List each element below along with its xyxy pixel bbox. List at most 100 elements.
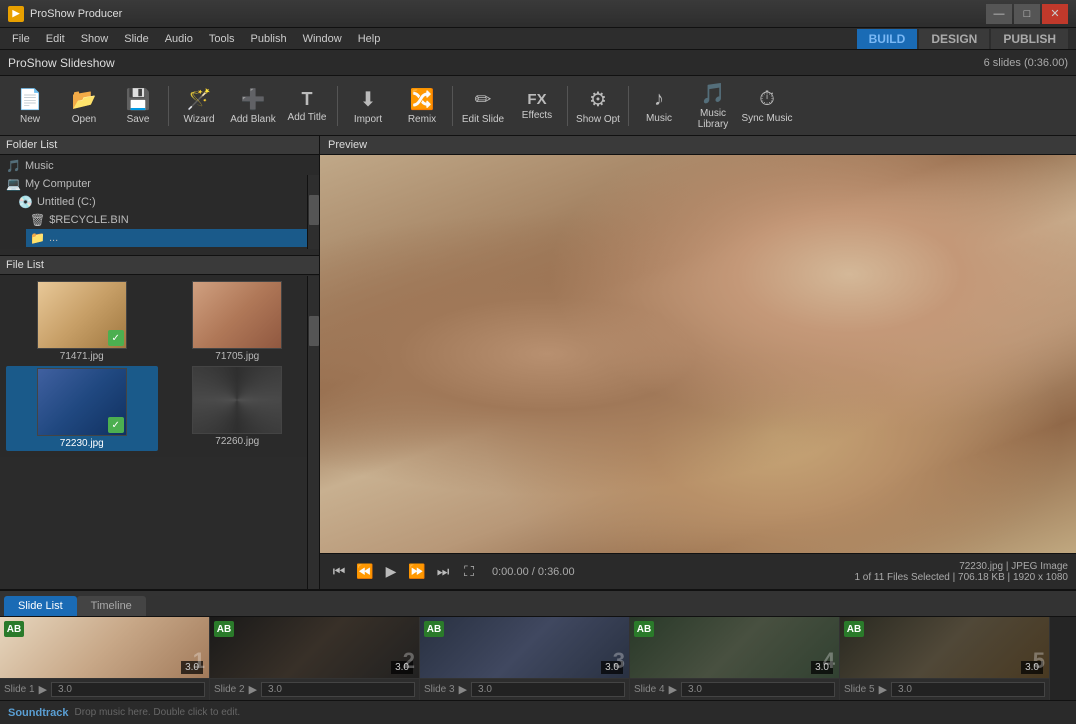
toolbar-addblank-label: Add Blank (230, 114, 276, 125)
soundtrack-hint: Drop music here. Double click to edit. (75, 707, 241, 718)
menu-show[interactable]: Show (73, 31, 117, 47)
toolbar-showopt-button[interactable]: ⚙ Show Opt (572, 79, 624, 133)
menu-edit[interactable]: Edit (38, 31, 73, 47)
menu-help[interactable]: Help (350, 31, 389, 47)
slide-item-4[interactable]: AB 3.0 4 Slide 4 ▶ 3.0 (630, 617, 840, 700)
toolbar-music-button[interactable]: ♪ Music (633, 79, 685, 133)
toolbar-import-button[interactable]: ⬇ Import (342, 79, 394, 133)
folder-item-misc[interactable]: 📁 ... (26, 229, 317, 247)
preview-header: Preview (320, 136, 1076, 155)
menu-file[interactable]: File (4, 31, 38, 47)
slide-item-2[interactable]: AB 3.0 2 Slide 2 ▶ 3.0 (210, 617, 420, 700)
toolbar-addtitle-button[interactable]: T Add Title (281, 79, 333, 133)
slide-item-3[interactable]: AB 3.0 3 Slide 3 ▶ 3.0 (420, 617, 630, 700)
slide-2-play-icon[interactable]: ▶ (249, 683, 257, 696)
slide-2-thumb: AB 3.0 2 (210, 617, 419, 678)
toolbar-effects-label: Effects (522, 110, 552, 121)
addtitle-icon: T (302, 89, 313, 110)
folder-item-c[interactable]: 💿 Untitled (C:) (14, 193, 317, 211)
slide-3-number: 3 (613, 648, 625, 674)
menu-audio[interactable]: Audio (157, 31, 201, 47)
file-scrollbar-thumb (309, 316, 319, 346)
time-display: 0:00.00 / 0:36.00 (492, 566, 575, 578)
file-thumb-72230[interactable]: ✓ 72230.jpg (6, 366, 158, 451)
file-thumb-72230-name: 72230.jpg (60, 438, 104, 449)
toolbar-syncmusic-button[interactable]: ⏱ Sync Music (741, 79, 793, 133)
folder-item-music[interactable]: 🎵 Music (2, 157, 317, 175)
mode-publish-button[interactable]: PUBLISH (991, 29, 1068, 49)
toolbar-wizard-button[interactable]: 🪄 Wizard (173, 79, 225, 133)
close-button[interactable]: ✕ (1042, 4, 1068, 24)
skip-to-end-button[interactable]: ⏭ (432, 561, 454, 583)
showopt-icon: ⚙ (589, 87, 607, 112)
toolbar-syncmusic-label: Sync Music (741, 113, 792, 124)
slide-2-dur-input[interactable]: 3.0 (261, 682, 415, 697)
file-thumb-72260[interactable]: 72260.jpg (162, 366, 314, 451)
slide-1-number: 1 (193, 648, 205, 674)
folder-item-misc-label: ... (49, 232, 58, 244)
bottom-panel: Slide List Timeline AB 3.0 1 Slide 1 ▶ 3… (0, 589, 1076, 724)
time-total: 0:36.00 (538, 566, 575, 578)
slide-4-label: Slide 4 (634, 684, 665, 695)
tab-slide-list[interactable]: Slide List (4, 596, 77, 616)
folder-tree[interactable]: 🎵 Music 💻 My Computer 💿 Untitled (C:) 🗑 … (0, 155, 319, 249)
slide-1-label: Slide 1 (4, 684, 35, 695)
toolbar-effects-button[interactable]: FX Effects (511, 79, 563, 133)
slide-4-bg (630, 617, 839, 678)
file-grid: ✓ 71471.jpg 71705.jpg ✓ 72230.jpg (0, 275, 319, 457)
slide-1-dur-input[interactable]: 3.0 (51, 682, 205, 697)
slide-3-play-icon[interactable]: ▶ (459, 683, 467, 696)
slide-item-1[interactable]: AB 3.0 1 Slide 1 ▶ 3.0 (0, 617, 210, 700)
menu-slide[interactable]: Slide (116, 31, 156, 47)
tab-timeline[interactable]: Timeline (77, 596, 146, 616)
step-back-button[interactable]: ⏪ (354, 561, 376, 583)
toolbar-addblank-button[interactable]: ➕ Add Blank (227, 79, 279, 133)
play-button[interactable]: ▶ (380, 561, 402, 583)
file-thumb-71471[interactable]: ✓ 71471.jpg (6, 281, 158, 362)
toolbar-new-button[interactable]: 📄 New (4, 79, 56, 133)
file-thumb-71705-img (192, 281, 282, 349)
folder-item-recycle[interactable]: 🗑 $RECYCLE.BIN (26, 211, 317, 229)
menu-tools[interactable]: Tools (201, 31, 243, 47)
file-scrollbar[interactable] (307, 276, 319, 589)
minimize-button[interactable]: — (986, 4, 1012, 24)
toolbar-editslide-button[interactable]: ✏ Edit Slide (457, 79, 509, 133)
step-forward-button[interactable]: ⏩ (406, 561, 428, 583)
toolbar-sep-2 (337, 86, 338, 126)
slide-item-5[interactable]: AB 3.0 5 Slide 5 ▶ 3.0 (840, 617, 1050, 700)
folder-item-mycomputer[interactable]: 💻 My Computer (2, 175, 317, 193)
menu-publish[interactable]: Publish (243, 31, 295, 47)
folder-scrollbar[interactable] (307, 175, 319, 249)
preview-filename: 72230.jpg (959, 561, 1003, 572)
slide-1-ab-badge: AB (4, 621, 24, 637)
preview-panel: Preview ⏮ ⏪ ▶ ⏩ ⏭ ⛶ 0:00.00 / 0:36.00 72… (320, 136, 1076, 589)
slide-3-dur-input[interactable]: 3.0 (471, 682, 625, 697)
mode-design-button[interactable]: DESIGN (919, 29, 989, 49)
toolbar-remix-button[interactable]: 🔀 Remix (396, 79, 448, 133)
slide-4-dur-input[interactable]: 3.0 (681, 682, 835, 697)
toolbar-open-button[interactable]: 📂 Open (58, 79, 110, 133)
skip-to-start-button[interactable]: ⏮ (328, 561, 350, 583)
preview-image (320, 155, 1076, 553)
toolbar-musiclib-button[interactable]: 🎵 Music Library (687, 79, 739, 133)
slide-4-play-icon[interactable]: ▶ (669, 683, 677, 696)
slide-5-dur-input[interactable]: 3.0 (891, 682, 1045, 697)
mode-build-button[interactable]: BUILD (857, 29, 918, 49)
effects-icon: FX (527, 91, 546, 108)
file-thumb-71471-name: 71471.jpg (60, 351, 104, 362)
toolbar-save-button[interactable]: 💾 Save (112, 79, 164, 133)
file-thumb-71705[interactable]: 71705.jpg (162, 281, 314, 362)
preview-controls: ⏮ ⏪ ▶ ⏩ ⏭ ⛶ 0:00.00 / 0:36.00 72230.jpg … (320, 553, 1076, 589)
new-icon: 📄 (18, 87, 43, 112)
fullscreen-button[interactable]: ⛶ (458, 561, 480, 583)
menu-window[interactable]: Window (295, 31, 350, 47)
slide-1-play-icon[interactable]: ▶ (39, 683, 47, 696)
drive-icon: 💿 (18, 195, 33, 209)
preview-area (320, 155, 1076, 553)
preview-filesize: 706.18 KB (958, 572, 1005, 583)
maximize-button[interactable]: □ (1014, 4, 1040, 24)
mode-buttons: BUILD DESIGN PUBLISH (857, 29, 1068, 49)
toolbar-open-label: Open (72, 114, 96, 125)
file-thumb-72260-name: 72260.jpg (215, 436, 259, 447)
slide-5-play-icon[interactable]: ▶ (879, 683, 887, 696)
